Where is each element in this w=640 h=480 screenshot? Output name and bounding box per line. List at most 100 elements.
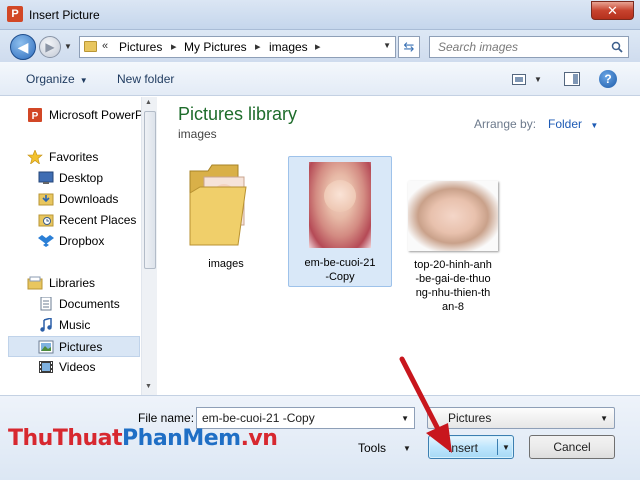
title-bar: P Insert Picture ✕: [0, 0, 640, 30]
breadcrumb-pictures[interactable]: Pictures: [119, 40, 162, 54]
sidebar-item-pictures[interactable]: Pictures: [8, 336, 140, 357]
recent-places-icon: [38, 214, 54, 227]
chevron-down-icon: ▼: [600, 414, 608, 423]
sidebar-item-label: Desktop: [59, 171, 104, 185]
folder-icon: [84, 41, 97, 52]
watermark-part: .vn: [240, 426, 278, 451]
folder-icon: [189, 164, 247, 246]
back-button[interactable]: ◀: [10, 34, 36, 60]
recent-pages-dropdown[interactable]: ▼: [64, 42, 72, 51]
sidebar-header-label: Libraries: [49, 276, 96, 290]
change-view-icon[interactable]: [512, 74, 526, 85]
sidebar-item-dropbox[interactable]: Dropbox: [0, 231, 140, 252]
sidebar-item-documents[interactable]: Documents: [0, 294, 140, 315]
powerpoint-icon: P: [7, 6, 23, 22]
chevron-down-icon: ▼: [79, 76, 88, 85]
search-icon: [611, 41, 623, 53]
libraries-icon: [27, 276, 43, 290]
sidebar-item-label: Microsoft PowerP: [49, 108, 144, 122]
list-item-folder-images[interactable]: images: [180, 157, 272, 277]
new-folder-button[interactable]: New folder: [117, 72, 174, 86]
list-item-image-selected[interactable]: em-be-cuoi-21 -Copy: [288, 156, 392, 287]
image-thumbnail: [309, 162, 371, 248]
thumbnail-face: [324, 180, 356, 212]
sidebar-item-label: Dropbox: [59, 234, 105, 248]
refresh-button[interactable]: ⇆: [398, 36, 420, 58]
close-button[interactable]: ✕: [591, 1, 634, 20]
chevron-down-icon: ▼: [590, 121, 599, 130]
list-item-label-line: top-20-hinh-anh: [414, 259, 492, 271]
dropbox-icon: [38, 235, 54, 247]
file-type-value: Pictures: [448, 411, 492, 425]
file-type-select[interactable]: Pictures ▼: [427, 407, 615, 429]
arrange-by-dropdown[interactable]: Folder ▼: [548, 117, 598, 131]
tools-button[interactable]: Tools: [358, 441, 386, 455]
documents-icon: [40, 297, 52, 311]
scroll-up-icon[interactable]: ▲: [145, 99, 152, 106]
breadcrumb-separator-icon[interactable]: ▸: [255, 40, 261, 53]
library-title: Pictures library: [178, 104, 298, 124]
file-list-pane: Pictures library images Arrange by: Fold…: [158, 97, 640, 395]
file-name-label: File name:: [138, 411, 195, 425]
sidebar-item-label: Videos: [59, 360, 96, 374]
command-toolbar: Organize ▼ New folder ▼ ?: [0, 62, 640, 96]
powerpoint-icon: P: [28, 108, 42, 122]
help-icon[interactable]: ?: [599, 70, 617, 88]
sidebar-scrollbar[interactable]: ▲ ▼: [141, 97, 157, 395]
sidebar-item-recent-places[interactable]: Recent Places: [0, 210, 140, 231]
forward-button[interactable]: ▶: [39, 36, 61, 58]
image-thumbnail: [408, 181, 498, 251]
downloads-folder-icon: [38, 193, 54, 206]
list-item-label-line: -Copy: [325, 271, 355, 283]
sidebar-libraries-header[interactable]: Libraries: [0, 273, 140, 294]
svg-text:P: P: [32, 111, 39, 122]
list-item-image[interactable]: top-20-hinh-anh -be-gai-de-thuo ng-nhu-t…: [403, 157, 503, 317]
sidebar-item-videos[interactable]: Videos: [0, 357, 140, 378]
preview-pane-icon[interactable]: [564, 72, 580, 86]
address-row: ◀ ▶ ▼ « Pictures ▸ My Pictures ▸ images …: [0, 30, 640, 62]
sidebar-favorites-header[interactable]: Favorites: [0, 147, 140, 168]
breadcrumb-separator-icon[interactable]: ▸: [315, 40, 321, 53]
insert-options-dropdown-icon[interactable]: ▼: [502, 443, 510, 452]
overflow-chevron-icon[interactable]: «: [102, 40, 108, 52]
view-options-dropdown-icon[interactable]: ▼: [534, 75, 542, 84]
search-placeholder: Search images: [438, 40, 519, 54]
list-item-label-line: ng-nhu-thien-th: [415, 287, 491, 299]
list-item-label: images: [208, 258, 244, 270]
organize-button[interactable]: Organize ▼: [26, 72, 88, 86]
breadcrumb-images[interactable]: images: [269, 40, 308, 54]
breadcrumb-separator-icon[interactable]: ▸: [171, 40, 177, 53]
sidebar-item-label: Documents: [59, 297, 120, 311]
desktop-icon: [38, 171, 54, 184]
sidebar-item-microsoft-powerpoint[interactable]: P Microsoft PowerP: [0, 105, 144, 126]
watermark-logo: ThuThuatPhanMem.vn: [8, 426, 278, 451]
address-bar[interactable]: « Pictures ▸ My Pictures ▸ images ▸ ▼: [79, 36, 396, 58]
sidebar-item-desktop[interactable]: Desktop: [0, 168, 140, 189]
address-dropdown-icon[interactable]: ▼: [383, 41, 391, 50]
watermark-part: PhanMem: [122, 426, 241, 451]
videos-icon: [39, 361, 53, 373]
tools-dropdown-icon[interactable]: ▼: [403, 444, 411, 453]
organize-label: Organize: [26, 72, 75, 86]
search-input[interactable]: Search images: [429, 36, 629, 58]
cancel-button[interactable]: Cancel: [529, 435, 615, 459]
insert-button[interactable]: Insert ▼: [428, 435, 514, 459]
list-item-label-line: an-8: [441, 301, 465, 313]
breadcrumb-my-pictures[interactable]: My Pictures: [184, 40, 247, 54]
window-title: Insert Picture: [29, 8, 100, 22]
sidebar-item-music[interactable]: Music: [0, 315, 140, 336]
arrange-by-value: Folder: [548, 117, 583, 131]
scroll-down-icon[interactable]: ▼: [145, 383, 152, 390]
list-item-label-line: -be-gai-de-thuo: [415, 273, 491, 285]
insert-label: Insert: [447, 441, 478, 455]
chevron-down-icon[interactable]: ▼: [401, 414, 409, 423]
file-name-value: em-be-cuoi-21 -Copy: [202, 411, 315, 425]
list-item-label-line: em-be-cuoi-21: [304, 257, 376, 269]
sidebar-header-label: Favorites: [49, 150, 99, 164]
sidebar-item-downloads[interactable]: Downloads: [0, 189, 140, 210]
watermark-part: ThuThuat: [8, 426, 123, 451]
navigation-pane: P Microsoft PowerP Favorites Desktop Dow…: [0, 97, 157, 395]
library-subtitle: images: [178, 127, 217, 141]
split-divider: [497, 439, 498, 455]
scrollbar-thumb[interactable]: [144, 111, 156, 269]
